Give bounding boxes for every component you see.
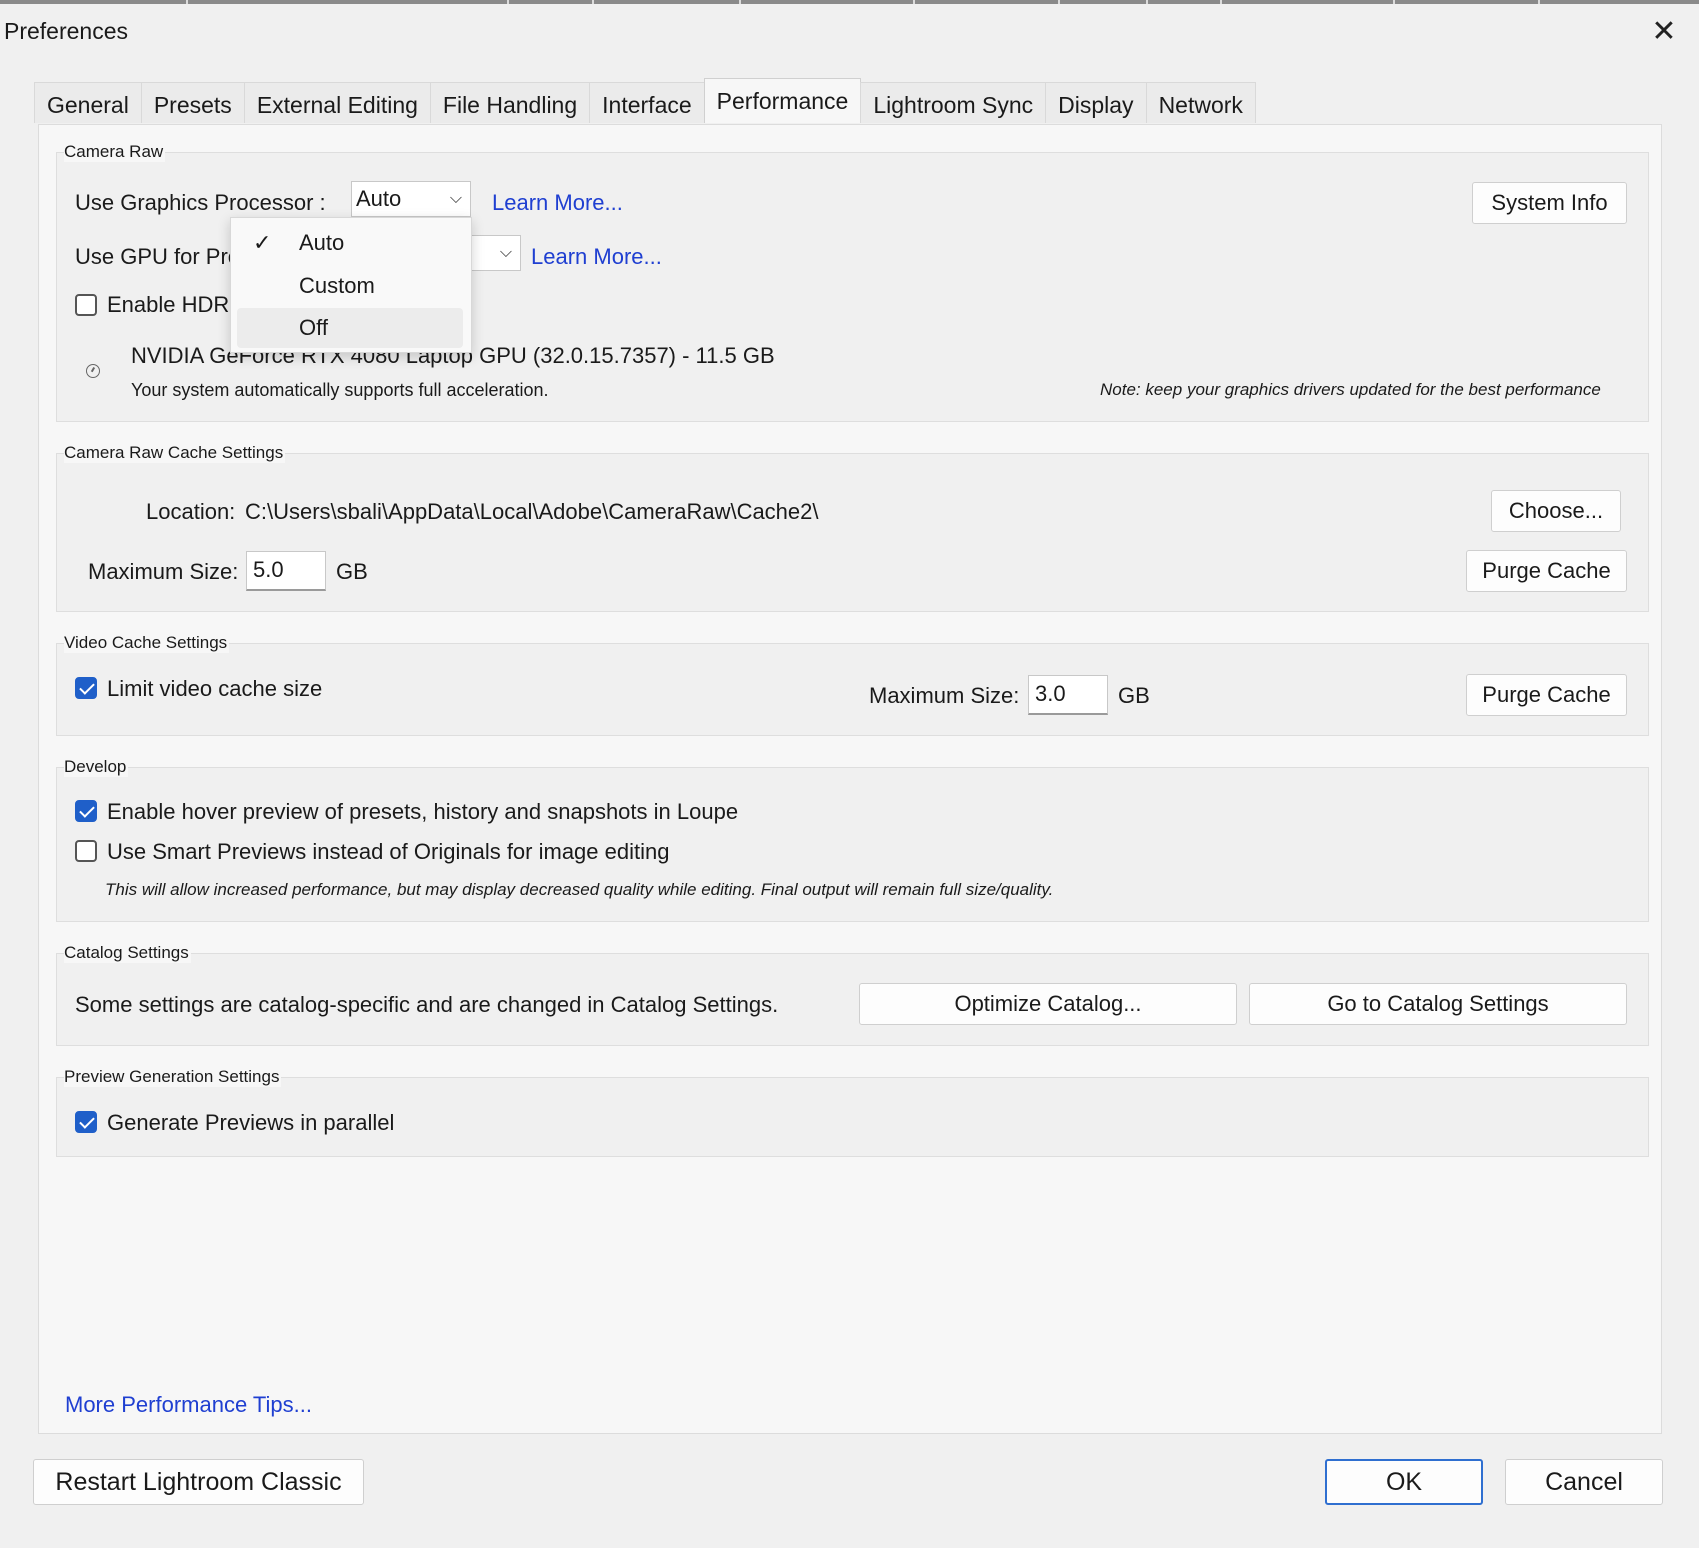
- window-top-edge: [0, 0, 1699, 4]
- video-max-size-unit: GB: [1118, 683, 1150, 708]
- enable-hdr-label: Enable HDR: [107, 292, 230, 317]
- learn-more-link-1[interactable]: Learn More...: [492, 190, 623, 216]
- chevron-down-icon: ⌵: [449, 190, 462, 207]
- generate-previews-parallel-checkbox[interactable]: [75, 1111, 97, 1133]
- hover-preview-label: Enable hover preview of presets, history…: [107, 799, 739, 824]
- smart-previews-checkbox[interactable]: [75, 840, 97, 862]
- tab-performance[interactable]: Performance: [703, 78, 862, 123]
- enable-hdr-checkbox[interactable]: [75, 294, 97, 316]
- tab-bar: General Presets External Editing File Ha…: [34, 78, 1256, 124]
- video-cache-title: Video Cache Settings: [64, 633, 230, 653]
- system-info-button[interactable]: System Info: [1472, 182, 1627, 224]
- ok-button[interactable]: OK: [1325, 1459, 1483, 1505]
- tab-network[interactable]: Network: [1145, 82, 1256, 123]
- smart-previews-label: Use Smart Previews instead of Originals …: [107, 839, 670, 864]
- limit-video-cache-label: Limit video cache size: [107, 676, 323, 701]
- dropdown-option-label: Auto: [299, 230, 345, 255]
- raw-max-size-unit: GB: [336, 559, 368, 584]
- catalog-description: Some settings are catalog-specific and a…: [75, 992, 779, 1017]
- dropdown-option-off[interactable]: Off: [237, 308, 463, 348]
- raw-max-size-label: Maximum Size:: [88, 559, 239, 584]
- gauge-icon: [86, 364, 100, 378]
- cancel-button[interactable]: Cancel: [1505, 1459, 1663, 1505]
- optimize-catalog-button[interactable]: Optimize Catalog...: [859, 983, 1237, 1025]
- window-title: Preferences: [4, 18, 129, 44]
- tab-presets[interactable]: Presets: [140, 82, 245, 123]
- dropdown-option-auto[interactable]: ✓ Auto: [237, 223, 463, 263]
- close-icon[interactable]: ✕: [1644, 14, 1684, 50]
- camera-raw-title: Camera Raw: [64, 142, 166, 162]
- raw-cache-title: Camera Raw Cache Settings: [64, 443, 286, 463]
- gpu-label: Use Graphics Processor :: [75, 190, 326, 215]
- more-performance-tips-link[interactable]: More Performance Tips...: [65, 1392, 312, 1418]
- video-purge-cache-button[interactable]: Purge Cache: [1466, 674, 1627, 716]
- raw-max-size-input[interactable]: 5.0: [246, 551, 326, 591]
- dropdown-option-label: Custom: [299, 273, 375, 298]
- gpu-select-value: Auto: [356, 186, 402, 211]
- driver-note: Note: keep your graphics drivers updated…: [1100, 380, 1601, 399]
- chevron-down-icon: ⌵: [499, 244, 512, 261]
- tab-display[interactable]: Display: [1045, 82, 1147, 123]
- checkmark-icon: ✓: [253, 230, 272, 255]
- generate-previews-parallel-label: Generate Previews in parallel: [107, 1110, 395, 1135]
- gpu-preview-label: Use GPU for Pre: [75, 244, 241, 269]
- location-value: C:\Users\sbali\AppData\Local\Adobe\Camer…: [245, 499, 819, 524]
- dropdown-option-custom[interactable]: Custom: [237, 266, 463, 306]
- tab-file-handling[interactable]: File Handling: [429, 82, 591, 123]
- tab-external-editing[interactable]: External Editing: [243, 82, 431, 123]
- video-max-size-input[interactable]: 3.0: [1028, 675, 1108, 715]
- tab-general[interactable]: General: [34, 82, 142, 123]
- tab-interface[interactable]: Interface: [589, 82, 705, 123]
- hover-preview-checkbox[interactable]: [75, 800, 97, 822]
- raw-purge-cache-button[interactable]: Purge Cache: [1466, 550, 1627, 592]
- video-max-size-label: Maximum Size:: [869, 683, 1020, 708]
- gpu-support-text: Your system automatically supports full …: [131, 380, 549, 400]
- location-label: Location:: [146, 499, 236, 524]
- choose-button[interactable]: Choose...: [1491, 490, 1621, 532]
- gpu-dropdown-menu: ✓ Auto Custom Off: [230, 217, 472, 353]
- tab-lightroom-sync[interactable]: Lightroom Sync: [860, 82, 1047, 123]
- restart-lightroom-button[interactable]: Restart Lightroom Classic: [33, 1459, 364, 1505]
- preview-generation-title: Preview Generation Settings: [64, 1067, 282, 1087]
- go-to-catalog-settings-button[interactable]: Go to Catalog Settings: [1249, 983, 1627, 1025]
- smart-previews-note: This will allow increased performance, b…: [105, 880, 1054, 899]
- gpu-select[interactable]: Auto ⌵: [351, 181, 471, 217]
- catalog-title: Catalog Settings: [64, 943, 191, 963]
- learn-more-link-2[interactable]: Learn More...: [531, 244, 662, 270]
- limit-video-cache-checkbox[interactable]: [75, 677, 97, 699]
- develop-title: Develop: [64, 757, 129, 777]
- dropdown-option-label: Off: [299, 315, 328, 340]
